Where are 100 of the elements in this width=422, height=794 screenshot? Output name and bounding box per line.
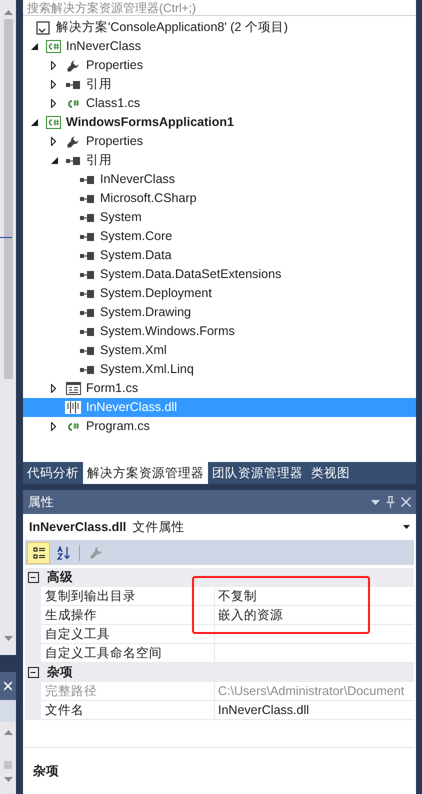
tree-item[interactable]: System.Windows.Forms: [23, 322, 416, 341]
reference-icon: [80, 176, 94, 184]
tree-item-label: System.Drawing: [100, 304, 191, 322]
tree-item-label: System.Xml: [100, 342, 167, 360]
library-icon: [65, 401, 81, 414]
expanded-icon[interactable]: [51, 157, 58, 164]
tree-item-label: Properties: [86, 133, 143, 150]
panel-strip: [0, 700, 16, 722]
scroll-square-icon: [4, 761, 12, 769]
tree-item[interactable]: System.Drawing: [23, 303, 416, 322]
toolbar-button[interactable]: [27, 542, 50, 564]
tree-item-label: System: [100, 209, 142, 226]
scroll-up-icon[interactable]: [4, 730, 12, 735]
object-selector[interactable]: InNeverClass.dll 文件属性: [23, 514, 416, 540]
expanded-icon[interactable]: [31, 43, 38, 50]
scroll-down-icon[interactable]: [4, 777, 12, 782]
object-type: 文件属性: [132, 518, 186, 536]
property-name[interactable]: 复制到输出目录: [41, 587, 215, 606]
csharp-project-icon: [46, 40, 60, 53]
collapsed-icon[interactable]: [51, 99, 56, 108]
tree-item[interactable]: InNeverClass: [23, 37, 416, 56]
tree-item-label: 引用: [86, 76, 112, 94]
collapse-icon[interactable]: [28, 572, 39, 583]
object-name: InNeverClass.dll: [29, 518, 126, 536]
tree-item[interactable]: System.Xml.Linq: [23, 360, 416, 379]
close-icon[interactable]: [401, 497, 411, 507]
wrench-icon: [88, 546, 102, 560]
tree-item-label: System.Core: [100, 228, 172, 246]
tree-item[interactable]: 引用: [23, 151, 416, 170]
search-placeholder: 搜索解决方案资源管理器(Ctrl+;): [27, 0, 196, 14]
tree-item[interactable]: System.Core: [23, 227, 416, 246]
tree-item-label: 解决方案'ConsoleApplication8' (2 个项目): [56, 19, 288, 36]
property-value[interactable]: [215, 625, 414, 644]
description-title: 杂项: [33, 762, 59, 780]
wrench-icon: [67, 60, 79, 72]
property-value[interactable]: 嵌入的资源: [215, 606, 414, 625]
tree-item[interactable]: Properties: [23, 132, 416, 151]
tree-item[interactable]: System.Xml: [23, 341, 416, 360]
collapsed-icon[interactable]: [51, 80, 56, 89]
tree-item[interactable]: System.Data: [23, 246, 416, 265]
solution-icon: [36, 20, 50, 34]
property-name[interactable]: 自定义工具: [41, 625, 215, 644]
expanded-icon[interactable]: [31, 119, 38, 126]
collapsed-icon[interactable]: [51, 137, 56, 146]
csharp-project-icon: [46, 116, 60, 129]
tree-item[interactable]: WindowsFormsApplication1: [23, 113, 416, 132]
tree-item-label: 引用: [86, 152, 112, 170]
tree-item[interactable]: Properties: [23, 56, 416, 75]
tree-item-label: Form1.cs: [86, 380, 138, 398]
property-name[interactable]: 文件名: [41, 701, 215, 720]
tree-item-label: InNeverClass: [100, 171, 176, 188]
scroll-down-icon[interactable]: [4, 636, 12, 641]
collapsed-icon[interactable]: [51, 384, 56, 393]
tree-item[interactable]: Class1.cs: [23, 94, 416, 113]
sort-alphabetical-icon: [56, 546, 70, 560]
panel-tab[interactable]: 代码分析: [23, 462, 83, 484]
panel-tab[interactable]: 团队资源管理器: [208, 462, 307, 484]
tree-item[interactable]: System: [23, 208, 416, 227]
tree-item[interactable]: System.Deployment: [23, 284, 416, 303]
collapsed-icon[interactable]: [51, 422, 56, 431]
collapsed-icon[interactable]: [51, 61, 56, 70]
property-name[interactable]: 生成操作: [41, 606, 215, 625]
reference-icon: [80, 346, 94, 354]
tree-item-label: System.Data: [100, 247, 172, 264]
tree-item[interactable]: 解决方案'ConsoleApplication8' (2 个项目): [23, 18, 416, 37]
collapse-icon[interactable]: [28, 667, 39, 678]
panel-title: 属性: [28, 494, 55, 511]
reference-icon: [80, 270, 94, 278]
pin-icon[interactable]: [386, 496, 395, 508]
property-name[interactable]: 自定义工具命名空间: [41, 644, 215, 663]
tree-item-label: System.Data.DataSetExtensions: [100, 266, 282, 284]
property-value[interactable]: InNeverClass.dll: [215, 701, 414, 720]
tree-item-label: System.Windows.Forms: [100, 323, 235, 340]
panel-tab[interactable]: 类视图: [307, 462, 354, 484]
scrollbar-thumb[interactable]: [4, 19, 12, 379]
reference-icon: [80, 252, 94, 260]
reference-icon: [80, 194, 94, 202]
tree-item[interactable]: Program.cs: [23, 417, 416, 436]
reference-icon: [80, 366, 94, 374]
tree-item[interactable]: Form1.cs: [23, 379, 416, 398]
reference-icon: [66, 156, 80, 164]
tree-item[interactable]: InNeverClass: [23, 170, 416, 189]
category-label: 高级: [47, 569, 73, 586]
tree-item-label: System.Deployment: [100, 285, 212, 302]
scroll-up-icon[interactable]: [4, 10, 12, 15]
reference-icon: [80, 328, 94, 336]
tree-item-label: Properties: [86, 57, 143, 74]
reference-icon: [66, 80, 80, 88]
tree-item-label: WindowsFormsApplication1: [66, 114, 234, 132]
reference-icon: [80, 232, 94, 240]
property-value[interactable]: 不复制: [215, 587, 414, 606]
panel-tab[interactable]: 解决方案资源管理器: [83, 462, 208, 484]
tree-item[interactable]: 引用: [23, 75, 416, 94]
tree-item[interactable]: Microsoft.CSharp: [23, 189, 416, 208]
csharp-file-icon: [66, 422, 80, 432]
tree-item[interactable]: System.Data.DataSetExtensions: [23, 265, 416, 284]
dropdown-icon[interactable]: [403, 525, 410, 529]
reference-icon: [80, 214, 94, 222]
tree-item-label: InNeverClass: [66, 38, 142, 56]
tree-item-label: Program.cs: [86, 418, 150, 436]
